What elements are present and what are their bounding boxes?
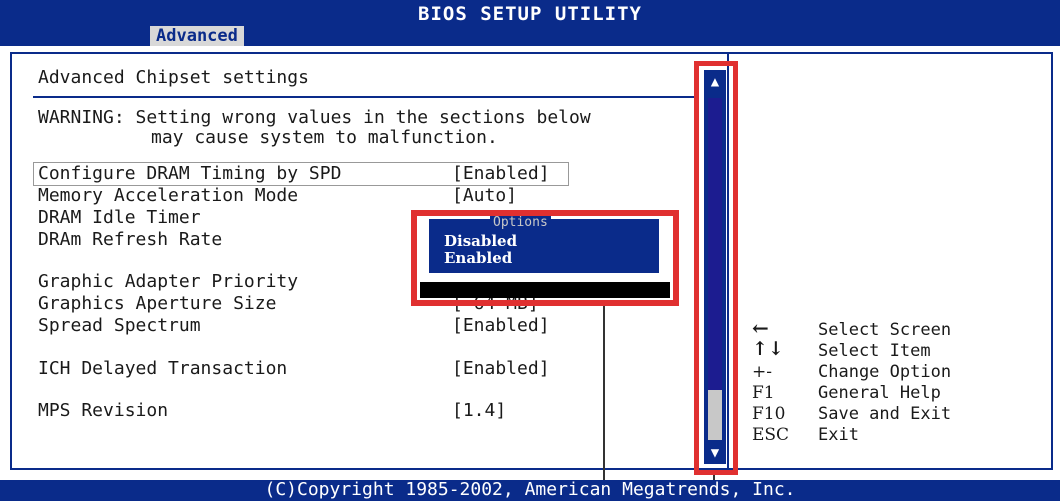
setting-label: Graphics Aperture Size bbox=[38, 293, 277, 314]
setting-value: [Enabled] bbox=[452, 358, 550, 379]
setting-row-spread-spectrum[interactable]: Spread Spectrum [Enabled] bbox=[38, 315, 568, 337]
help-key: ESC bbox=[752, 425, 790, 445]
help-desc: Exit bbox=[818, 425, 859, 445]
scrollbar-highlight-box bbox=[694, 61, 738, 475]
setting-row-ich-delayed-transaction[interactable]: ICH Delayed Transaction [Enabled] bbox=[38, 358, 568, 380]
setting-label: Memory Acceleration Mode bbox=[38, 185, 299, 206]
setting-label: MPS Revision bbox=[38, 400, 169, 421]
heading-separator bbox=[33, 96, 696, 98]
setting-row-dram-timing-spd[interactable]: Configure DRAM Timing by SPD [Enabled] bbox=[38, 163, 568, 185]
setting-label: Configure DRAM Timing by SPD bbox=[38, 163, 342, 184]
help-desc: Change Option bbox=[818, 362, 952, 382]
setting-row-dram-idle-timer[interactable]: DRAM Idle Timer bbox=[38, 207, 408, 229]
help-desc: General Help bbox=[818, 383, 941, 403]
tab-advanced[interactable]: Advanced bbox=[150, 26, 244, 46]
option-enabled[interactable]: Enabled bbox=[444, 250, 512, 266]
setting-row-graphic-adapter-priority[interactable]: Graphic Adapter Priority bbox=[38, 271, 408, 293]
help-key: F10 bbox=[752, 404, 786, 424]
setting-value: [Enabled] bbox=[452, 315, 550, 336]
options-title: Options bbox=[490, 216, 551, 230]
help-key: F1 bbox=[752, 383, 775, 403]
help-key: +- bbox=[752, 362, 772, 382]
setting-label: DRAM Idle Timer bbox=[38, 207, 201, 228]
options-shadow bbox=[420, 282, 670, 298]
setting-value: [Enabled] bbox=[452, 163, 550, 184]
callout-line bbox=[603, 306, 605, 480]
left-arrow-icon: ← bbox=[752, 316, 769, 340]
setting-row-memory-acceleration[interactable]: Memory Acceleration Mode [Auto] bbox=[38, 185, 568, 207]
help-desc: Select Item bbox=[818, 341, 931, 361]
help-desc: Select Screen bbox=[818, 320, 952, 340]
help-desc: Save and Exit bbox=[818, 404, 952, 424]
bios-title: BIOS SETUP UTILITY bbox=[418, 3, 642, 25]
setting-label: DRAm Refresh Rate bbox=[38, 229, 223, 250]
warning-line-1: WARNING: Setting wrong values in the sec… bbox=[38, 107, 591, 128]
copyright-text: (C)Copyright 1985-2002, American Megatre… bbox=[264, 479, 796, 500]
setting-row-dram-refresh-rate[interactable]: DRAm Refresh Rate bbox=[38, 229, 408, 251]
setting-label: Spread Spectrum bbox=[38, 315, 201, 336]
setting-label: ICH Delayed Transaction bbox=[38, 358, 288, 379]
setting-value: [1.4] bbox=[452, 400, 507, 421]
warning-line-2: may cause system to malfunction. bbox=[151, 127, 498, 148]
setting-value: [Auto] bbox=[452, 185, 518, 206]
section-heading: Advanced Chipset settings bbox=[38, 67, 309, 88]
setting-label: Graphic Adapter Priority bbox=[38, 271, 299, 292]
help-legend: ← Select Screen ↑↓ Select Item +- Change… bbox=[750, 318, 1040, 450]
option-disabled[interactable]: Disabled bbox=[444, 233, 517, 249]
setting-row-mps-revision[interactable]: MPS Revision [1.4] bbox=[38, 400, 568, 422]
up-down-arrow-icon: ↑↓ bbox=[752, 338, 784, 360]
